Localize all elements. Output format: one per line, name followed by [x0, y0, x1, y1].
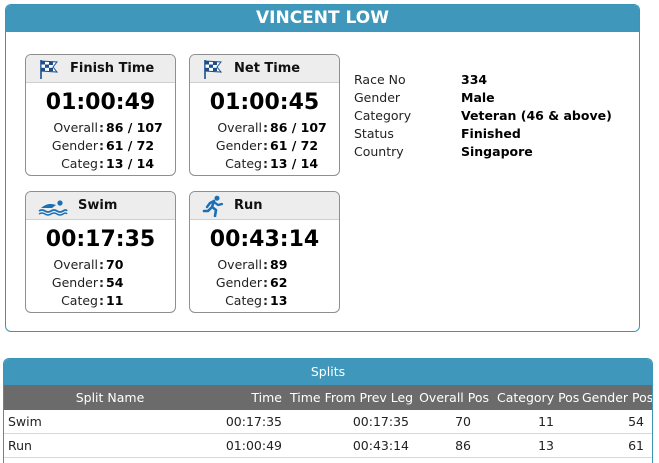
category-rank: 13 / 14: [270, 156, 319, 171]
gender-rank: 61 / 72: [270, 138, 319, 153]
cell-gender-pos: 61: [578, 433, 652, 458]
splits-table: Split Name Time Time From Prev Leg Overa…: [4, 385, 652, 458]
overall-rank-row: Overall: 86 / 107: [190, 119, 339, 137]
stat-label: Categ: [225, 156, 262, 171]
category-rank-row: Categ: 11: [26, 292, 175, 310]
card-header: Run: [190, 192, 339, 220]
gender-rank-row: Gender: 62: [190, 274, 339, 292]
swim-time-value: 00:17:35: [45, 227, 156, 252]
runner-icon: [202, 195, 224, 217]
net-time-card: Net Time 01:00:45 Overall: 86 / 107 Gende…: [189, 54, 340, 176]
splits-table-panel: Splits Split Name Time Time From Prev Le…: [3, 358, 653, 463]
cell-time-from-prev-leg: 00:17:35: [286, 410, 413, 434]
overall-rank-row: Overall: 89: [190, 256, 339, 274]
stat-label: Categ: [61, 156, 98, 171]
race-no-value: 334: [461, 72, 488, 87]
stat-label: Categ: [61, 293, 98, 308]
table-header-row: Split Name Time Time From Prev Leg Overa…: [4, 385, 652, 410]
overall-rank: 89: [270, 257, 288, 272]
race-no-row: Race No 334: [354, 71, 612, 89]
run-card: Run 00:43:14 Overall: 89 Gender: 62 Categ:…: [189, 191, 340, 313]
stat-label: Overall: [53, 257, 98, 272]
card-header: Swim: [26, 192, 175, 220]
category-rank-row: Categ: 13 / 14: [190, 155, 339, 173]
column-header-category-pos[interactable]: Category Pos: [493, 385, 579, 410]
card-header: Net Time: [190, 55, 339, 83]
stat-label: Overall: [217, 120, 262, 135]
country-row: Country Singapore: [354, 143, 612, 161]
athlete-panel: VINCENT LOW Finish Time 01:00:49 Overall…: [5, 4, 640, 332]
stat-label: Overall: [217, 257, 262, 272]
overall-rank-row: Overall: 86 / 107: [26, 119, 175, 137]
stat-label: Gender: [215, 138, 262, 153]
stat-label: Overall: [53, 120, 98, 135]
card-title: Finish Time: [70, 61, 155, 76]
column-header-time[interactable]: Time: [216, 385, 286, 410]
finish-time-value: 01:00:49: [45, 90, 156, 115]
checkered-flag-icon: [38, 58, 60, 80]
category-rank: 13 / 14: [106, 156, 155, 171]
column-header-time-from-prev-leg[interactable]: Time From Prev Leg: [286, 385, 413, 410]
gender-rank: 62: [270, 275, 288, 290]
cell-gender-pos: 54: [578, 410, 652, 434]
column-header-split-name[interactable]: Split Name: [4, 385, 216, 410]
category-rank: 13: [270, 293, 288, 308]
stat-label: Gender: [215, 275, 262, 290]
cell-split-name: Swim: [4, 410, 216, 434]
gender-rank-row: Gender: 61 / 72: [190, 137, 339, 155]
cell-time: 00:17:35: [216, 410, 286, 434]
card-title: Net Time: [234, 61, 301, 76]
column-header-overall-pos[interactable]: Overall Pos: [413, 385, 493, 410]
athlete-name: VINCENT LOW: [6, 5, 639, 32]
athlete-info: Race No 334 Gender Male Category Veteran (4…: [354, 71, 612, 161]
info-label: Status: [354, 126, 394, 141]
swimmer-icon: [38, 195, 68, 217]
table-row: Swim 00:17:35 00:17:35 70 11 54: [4, 410, 652, 434]
category-rank-row: Categ: 13: [190, 292, 339, 310]
gender-row: Gender Male: [354, 89, 612, 107]
category-row: Category Veteran (46 & above): [354, 107, 612, 125]
table-row: Run 01:00:49 00:43:14 86 13 61: [4, 433, 652, 458]
cell-time: 01:00:49: [216, 433, 286, 458]
status-value: Finished: [461, 126, 521, 141]
cell-overall-pos: 70: [413, 410, 493, 434]
info-label: Gender: [354, 90, 401, 105]
stat-label: Categ: [225, 293, 262, 308]
finish-time-card: Finish Time 01:00:49 Overall: 86 / 107 Ge…: [25, 54, 176, 176]
stat-label: Gender: [51, 275, 98, 290]
column-header-gender-pos[interactable]: Gender Pos: [578, 385, 652, 410]
gender-rank-row: Gender: 61 / 72: [26, 137, 175, 155]
cell-split-name: Run: [4, 433, 216, 458]
country-value: Singapore: [461, 144, 533, 159]
overall-rank: 86 / 107: [106, 120, 163, 135]
gender-value: Male: [461, 90, 495, 105]
status-row: Status Finished: [354, 125, 612, 143]
card-title: Run: [234, 198, 263, 213]
category-rank: 11: [106, 293, 124, 308]
net-time-value: 01:00:45: [209, 90, 320, 115]
swim-card: Swim 00:17:35 Overall: 70 Gender: 54 Categ…: [25, 191, 176, 313]
cell-time-from-prev-leg: 00:43:14: [286, 433, 413, 458]
gender-rank-row: Gender: 54: [26, 274, 175, 292]
cell-overall-pos: 86: [413, 433, 493, 458]
card-title: Swim: [78, 198, 118, 213]
cell-category-pos: 13: [493, 433, 578, 458]
checkered-flag-icon: [202, 58, 224, 80]
gender-rank: 61 / 72: [106, 138, 155, 153]
overall-rank: 86 / 107: [270, 120, 327, 135]
gender-rank: 54: [106, 275, 124, 290]
overall-rank: 70: [106, 257, 124, 272]
stat-label: Gender: [51, 138, 98, 153]
info-label: Category: [354, 108, 412, 123]
cell-category-pos: 11: [493, 410, 578, 434]
overall-rank-row: Overall: 70: [26, 256, 175, 274]
category-value: Veteran (46 & above): [461, 108, 612, 123]
splits-caption: Splits: [4, 359, 652, 385]
run-time-value: 00:43:14: [209, 227, 320, 252]
category-rank-row: Categ: 13 / 14: [26, 155, 175, 173]
info-label: Country: [354, 144, 404, 159]
info-label: Race No: [354, 72, 406, 87]
card-header: Finish Time: [26, 55, 175, 83]
